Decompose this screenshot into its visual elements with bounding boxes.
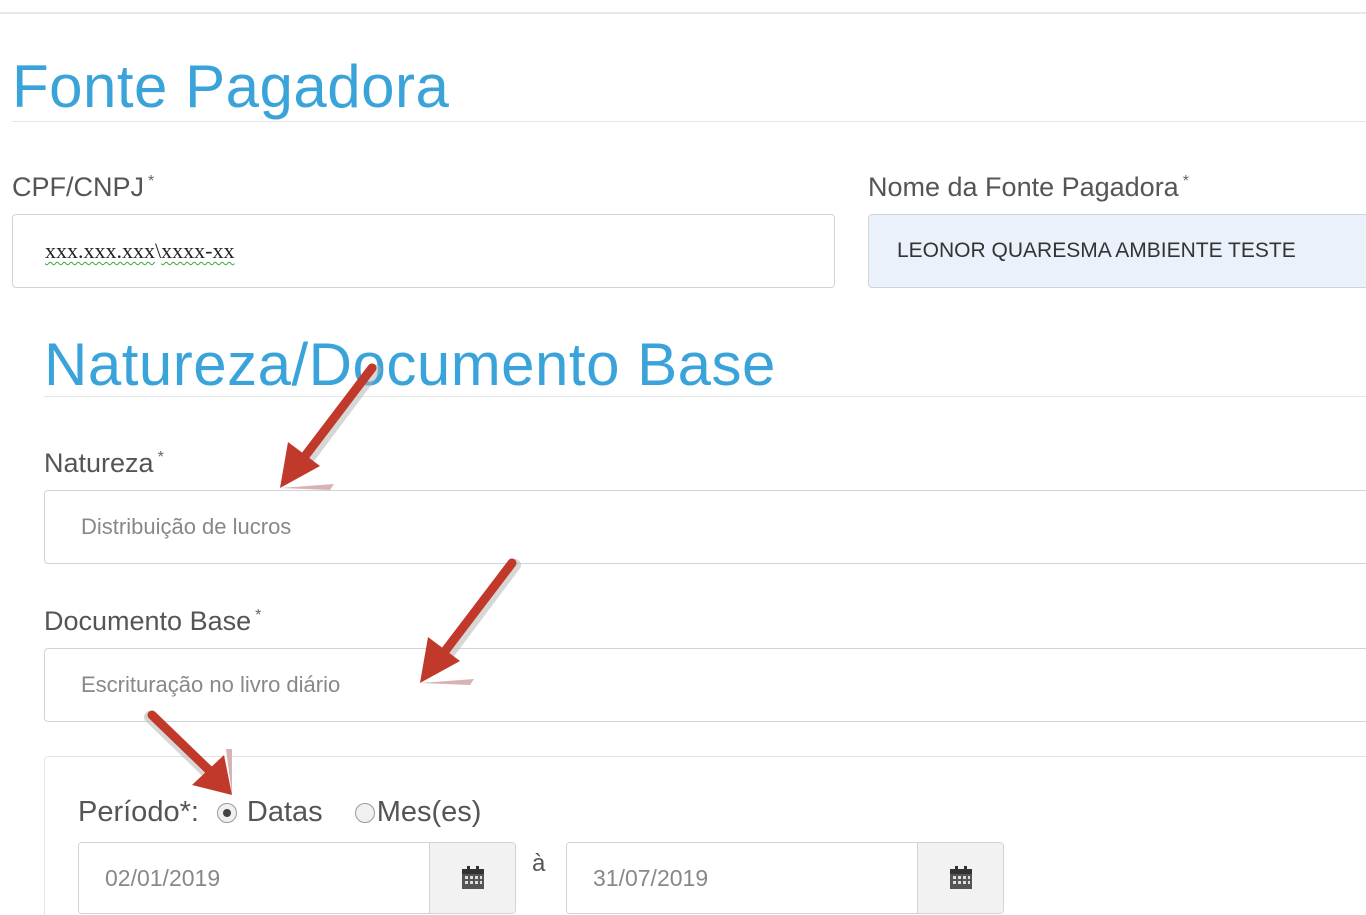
radio-meses[interactable] [354,802,375,823]
cpf-cnpj-label-text: CPF/CNPJ [12,172,145,202]
section-divider-fonte [12,121,1366,122]
cpf-cnpj-label: CPF/CNPJ * [12,172,154,203]
required-mark: * [148,173,155,190]
date-from-group: 02/01/2019 [78,842,516,914]
periodo-radio-group: Período*: Datas Mes(es) [78,796,495,829]
top-divider [0,12,1366,14]
calendar-icon [460,865,486,891]
documento-base-label: Documento Base * [44,606,261,637]
radio-meses-label[interactable]: Mes(es) [377,796,482,829]
natureza-select[interactable]: Distribuição de lucros [44,490,1366,564]
cpf-part-2: xxxx-xx [161,238,235,263]
date-to-calendar-button[interactable] [917,843,1003,913]
nome-fonte-input[interactable]: LEONOR QUARESMA AMBIENTE TESTE [868,214,1366,288]
page: Fonte Pagadora CPF/CNPJ * xxx.xxx.xxx \ xxx… [0,0,1366,915]
date-from-input[interactable]: 02/01/2019 [79,843,429,913]
radio-datas[interactable] [216,802,237,823]
nome-fonte-label: Nome da Fonte Pagadora * [868,172,1189,203]
required-mark: * [157,449,164,466]
required-mark: * [255,607,262,624]
natureza-label-text: Natureza [44,448,154,478]
date-to-group: 31/07/2019 [566,842,1004,914]
section-divider-natureza [44,396,1366,397]
date-to-input[interactable]: 31/07/2019 [567,843,917,913]
periodo-label: Período*: [78,796,199,828]
cpf-cnpj-input[interactable]: xxx.xxx.xxx \ xxxx-xx [12,214,835,288]
section-title-natureza-documento: Natureza/Documento Base [44,331,776,398]
radio-datas-label[interactable]: Datas [247,796,323,829]
section-title-fonte-pagadora: Fonte Pagadora [12,53,450,120]
date-range-separator: à [532,850,546,877]
cpf-part-1: xxx.xxx.xxx [45,238,155,263]
date-from-calendar-button[interactable] [429,843,515,913]
documento-base-select[interactable]: Escrituração no livro diário [44,648,1366,722]
calendar-icon [948,865,974,891]
nome-fonte-label-text: Nome da Fonte Pagadora [868,172,1179,202]
documento-base-label-text: Documento Base [44,606,252,636]
required-mark: * [1182,173,1189,190]
natureza-label: Natureza * [44,448,164,479]
